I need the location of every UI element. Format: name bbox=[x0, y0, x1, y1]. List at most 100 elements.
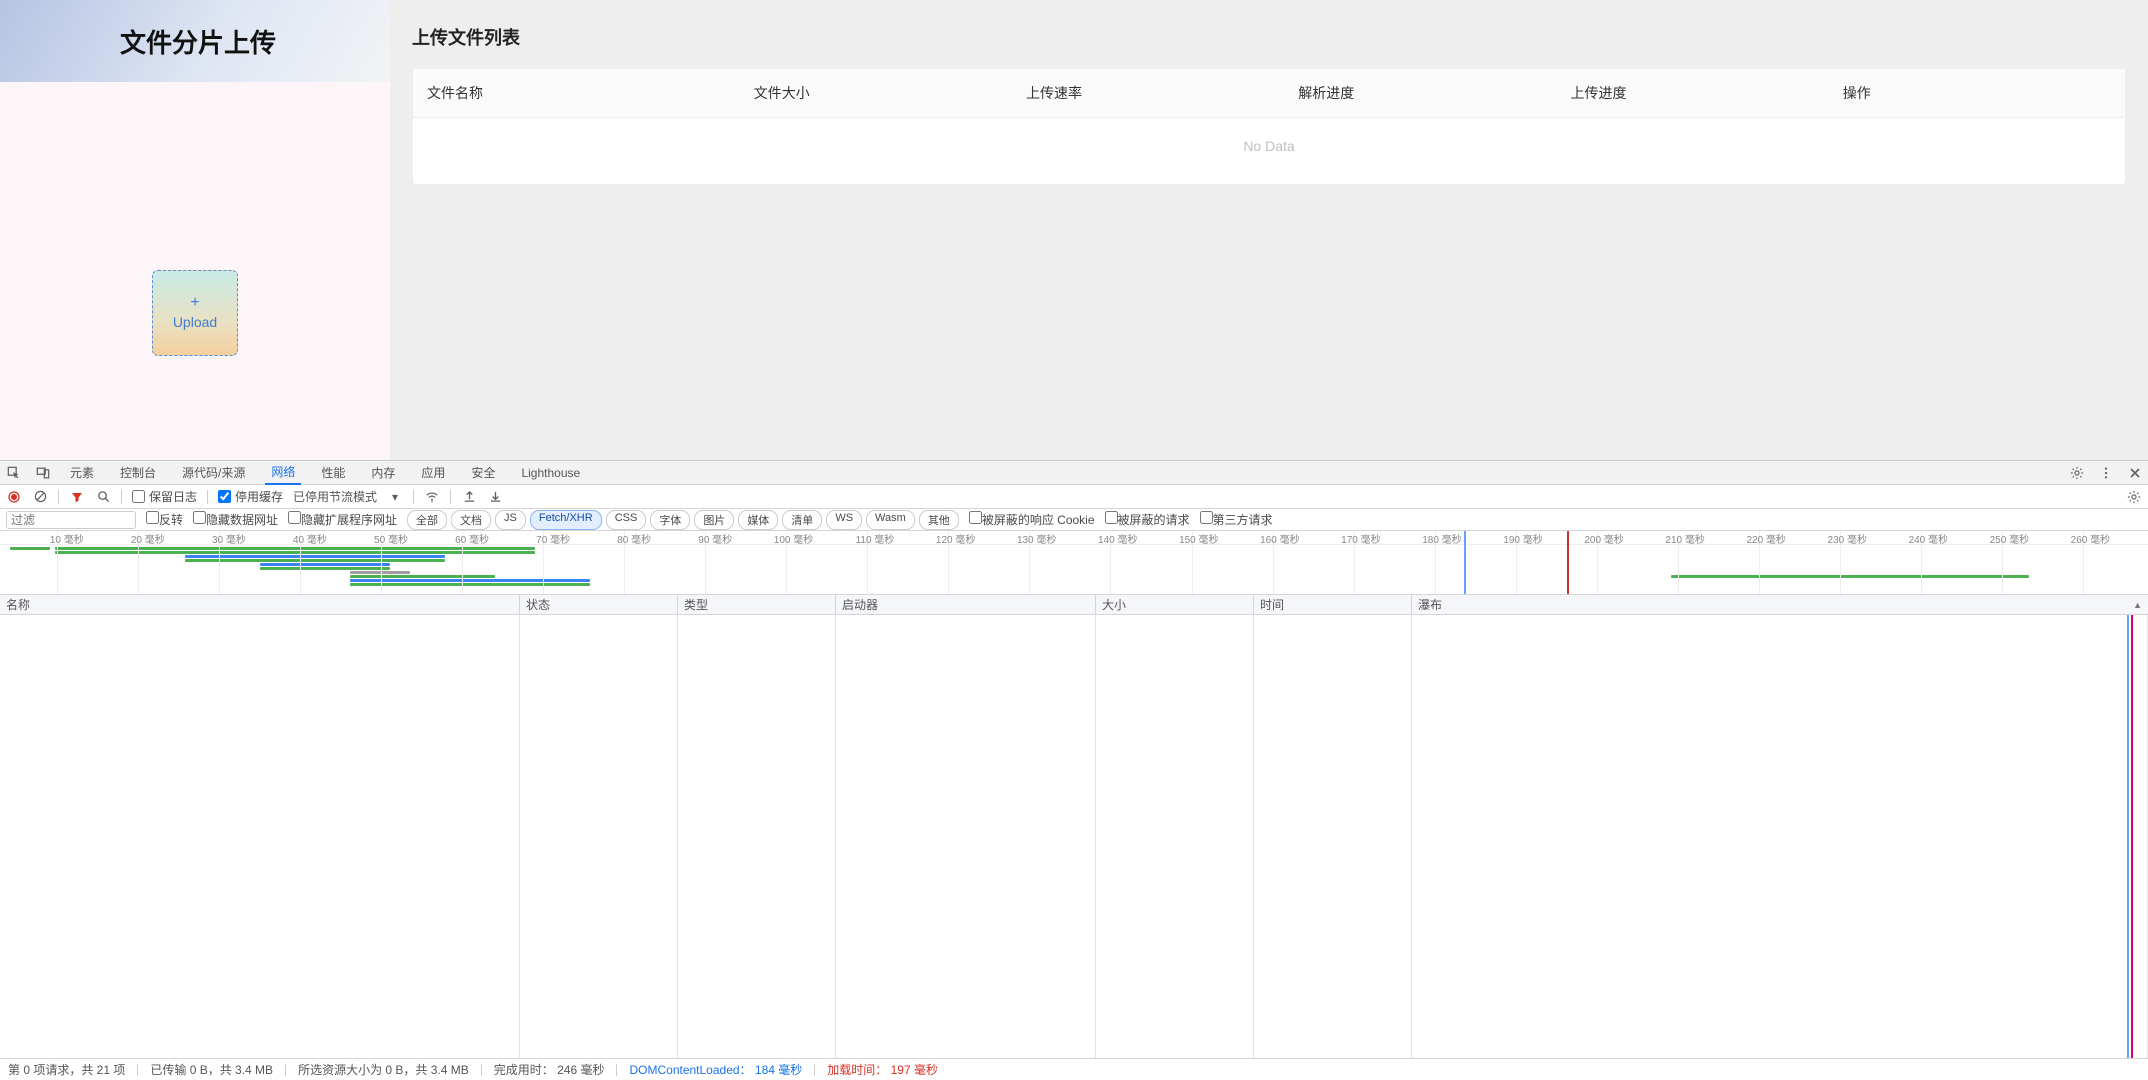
tab-console[interactable]: 控制台 bbox=[114, 461, 162, 484]
inspect-icon[interactable] bbox=[6, 465, 21, 480]
chip-doc[interactable]: 文档 bbox=[451, 510, 491, 530]
tab-lighthouse[interactable]: Lighthouse bbox=[515, 463, 586, 483]
chip-js[interactable]: JS bbox=[495, 510, 526, 530]
tab-elements[interactable]: 元素 bbox=[64, 461, 100, 484]
download-icon[interactable] bbox=[487, 489, 503, 505]
blocked-cookies-label: 被屏蔽的响应 Cookie bbox=[982, 513, 1095, 527]
load-value: 197 毫秒 bbox=[891, 1063, 938, 1077]
file-table-header: 文件名称 文件大小 上传速率 解析进度 上传进度 操作 bbox=[413, 69, 2125, 118]
chip-css[interactable]: CSS bbox=[606, 510, 647, 530]
status-resources: 所选资源大小为 0 B，共 3.4 MB bbox=[298, 1061, 469, 1078]
sidebar: 文件分片上传 + Upload bbox=[0, 0, 390, 460]
upload-button[interactable]: + Upload bbox=[152, 270, 238, 356]
hdr-initiator[interactable]: 启动器 bbox=[836, 595, 1096, 614]
devtools-tabstrip: 元素 控制台 源代码/来源 网络 性能 内存 应用 安全 Lighthouse bbox=[0, 461, 2148, 485]
list-heading: 上传文件列表 bbox=[412, 24, 2126, 50]
throttling-select[interactable]: 已停用节流模式 bbox=[293, 488, 377, 505]
tab-network[interactable]: 网络 bbox=[265, 460, 301, 485]
hdr-waterfall[interactable]: 瀑布 ▲ bbox=[1412, 595, 2148, 614]
status-requests: 第 0 项请求，共 21 项 bbox=[8, 1061, 125, 1078]
hdr-time[interactable]: 时间 bbox=[1254, 595, 1412, 614]
status-transferred: 已传输 0 B，共 3.4 MB bbox=[150, 1061, 273, 1078]
chevron-down-icon[interactable]: ▾ bbox=[387, 489, 403, 505]
blocked-cookies-checkbox[interactable]: 被屏蔽的响应 Cookie bbox=[969, 511, 1095, 528]
main-pane: 上传文件列表 文件名称 文件大小 上传速率 解析进度 上传进度 操作 No Da… bbox=[390, 0, 2148, 460]
load-marker-icon bbox=[2131, 615, 2133, 1058]
chip-fetch[interactable]: Fetch/XHR bbox=[530, 510, 602, 530]
chip-all[interactable]: 全部 bbox=[407, 510, 447, 530]
disable-cache-checkbox[interactable]: 停用缓存 bbox=[218, 488, 283, 505]
clear-icon[interactable] bbox=[32, 489, 48, 505]
hdr-size[interactable]: 大小 bbox=[1096, 595, 1254, 614]
network-toolbar: 保留日志 停用缓存 已停用节流模式 ▾ bbox=[0, 485, 2148, 509]
hide-data-checkbox[interactable]: 隐藏数据网址 bbox=[193, 511, 278, 528]
dcl-value: 184 毫秒 bbox=[755, 1063, 802, 1077]
tab-application[interactable]: 应用 bbox=[415, 461, 451, 484]
sidebar-body: + Upload bbox=[0, 82, 390, 460]
search-icon[interactable] bbox=[95, 489, 111, 505]
request-table-body bbox=[0, 615, 2148, 1058]
kebab-icon[interactable] bbox=[2098, 465, 2113, 480]
hide-data-label: 隐藏数据网址 bbox=[206, 513, 278, 527]
overview-bars bbox=[0, 547, 2148, 594]
hdr-waterfall-label: 瀑布 bbox=[1418, 596, 1442, 613]
network-overview[interactable]: 10 毫秒20 毫秒30 毫秒40 毫秒50 毫秒60 毫秒70 毫秒80 毫秒… bbox=[0, 531, 2148, 595]
waterfall-column bbox=[1412, 615, 2148, 1058]
devtools: 元素 控制台 源代码/来源 网络 性能 内存 应用 安全 Lighthouse … bbox=[0, 460, 2148, 1080]
col-ops: 操作 bbox=[1843, 83, 2115, 103]
chip-font[interactable]: 字体 bbox=[650, 510, 690, 530]
tab-memory[interactable]: 内存 bbox=[365, 461, 401, 484]
invert-checkbox[interactable]: 反转 bbox=[146, 511, 183, 528]
tab-sources[interactable]: 源代码/来源 bbox=[176, 461, 251, 484]
network-filter-row: 反转 隐藏数据网址 隐藏扩展程序网址 全部 文档 JS Fetch/XHR CS… bbox=[0, 509, 2148, 531]
chip-manifest[interactable]: 清单 bbox=[782, 510, 822, 530]
request-table-header: 名称 状态 类型 启动器 大小 时间 瀑布 ▲ bbox=[0, 595, 2148, 615]
status-dcl: DOMContentLoaded： 184 毫秒 bbox=[629, 1061, 802, 1078]
col-speed: 上传速率 bbox=[1026, 83, 1298, 103]
record-icon[interactable] bbox=[6, 489, 22, 505]
plus-icon: + bbox=[190, 296, 199, 310]
chip-media[interactable]: 媒体 bbox=[738, 510, 778, 530]
sort-asc-icon: ▲ bbox=[2133, 600, 2142, 610]
hdr-type[interactable]: 类型 bbox=[678, 595, 836, 614]
tab-performance[interactable]: 性能 bbox=[315, 461, 351, 484]
col-parse: 解析进度 bbox=[1298, 83, 1570, 103]
invert-label: 反转 bbox=[159, 513, 183, 527]
chip-wasm[interactable]: Wasm bbox=[866, 510, 915, 530]
chip-img[interactable]: 图片 bbox=[694, 510, 734, 530]
sidebar-header: 文件分片上传 bbox=[0, 0, 390, 82]
wifi-icon[interactable] bbox=[424, 489, 440, 505]
preserve-log-label: 保留日志 bbox=[149, 488, 197, 505]
third-party-checkbox[interactable]: 第三方请求 bbox=[1200, 511, 1273, 528]
col-filename: 文件名称 bbox=[423, 83, 754, 103]
hide-ext-checkbox[interactable]: 隐藏扩展程序网址 bbox=[288, 511, 397, 528]
app-pane: 文件分片上传 + Upload 上传文件列表 文件名称 文件大小 上传速率 解析… bbox=[0, 0, 2148, 460]
file-table-empty: No Data bbox=[413, 118, 2125, 184]
chip-other[interactable]: 其他 bbox=[919, 510, 959, 530]
preserve-log-checkbox[interactable]: 保留日志 bbox=[132, 488, 197, 505]
file-table: 文件名称 文件大小 上传速率 解析进度 上传进度 操作 No Data bbox=[412, 68, 2126, 185]
gear-icon-2[interactable] bbox=[2126, 489, 2142, 505]
blocked-req-checkbox[interactable]: 被屏蔽的请求 bbox=[1105, 511, 1190, 528]
network-statusbar: 第 0 项请求，共 21 项 已传输 0 B，共 3.4 MB 所选资源大小为 … bbox=[0, 1058, 2148, 1080]
filter-input[interactable] bbox=[6, 511, 136, 529]
filter-icon[interactable] bbox=[69, 489, 85, 505]
hdr-status[interactable]: 状态 bbox=[520, 595, 678, 614]
hdr-name[interactable]: 名称 bbox=[0, 595, 520, 614]
close-icon[interactable] bbox=[2127, 465, 2142, 480]
app-title: 文件分片上传 bbox=[120, 23, 276, 60]
tab-security[interactable]: 安全 bbox=[465, 461, 501, 484]
finish-label: 完成用时： bbox=[494, 1063, 554, 1077]
dcl-marker-icon bbox=[2127, 615, 2129, 1058]
blocked-req-label: 被屏蔽的请求 bbox=[1118, 513, 1190, 527]
dcl-label: DOMContentLoaded： bbox=[629, 1063, 751, 1077]
col-progress: 上传进度 bbox=[1571, 83, 1843, 103]
load-label: 加载时间： bbox=[827, 1063, 887, 1077]
status-load: 加载时间： 197 毫秒 bbox=[827, 1061, 938, 1078]
status-finish: 完成用时： 246 毫秒 bbox=[494, 1061, 605, 1078]
device-icon[interactable] bbox=[35, 465, 50, 480]
upload-icon[interactable] bbox=[461, 489, 477, 505]
chip-ws[interactable]: WS bbox=[826, 510, 862, 530]
gear-icon[interactable] bbox=[2069, 465, 2084, 480]
upload-label: Upload bbox=[173, 314, 217, 330]
